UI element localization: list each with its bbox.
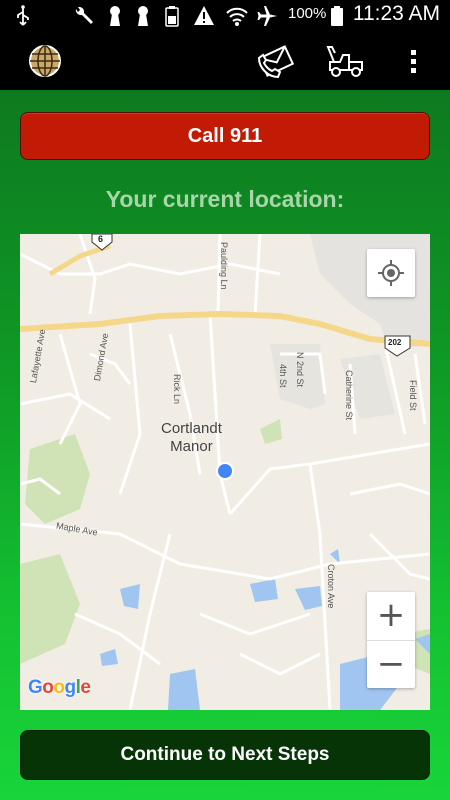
map-view[interactable]: 6 202 Paulding Ln Lafayette Ave Dimond A… xyxy=(20,234,430,710)
route-202-shield-label: 202 xyxy=(388,338,402,347)
airplane-icon xyxy=(257,6,277,26)
street-label-paulding: Paulding Ln xyxy=(219,242,229,290)
my-location-button[interactable] xyxy=(367,249,415,297)
overflow-menu-icon[interactable] xyxy=(408,48,420,76)
street-label-catherine: Catherine St xyxy=(344,370,354,421)
current-location-dot xyxy=(216,462,234,480)
clock: 11:23 AM xyxy=(352,2,440,25)
status-bar: 100% 11:23 AM xyxy=(0,0,450,32)
street-label-rick: Rick Ln xyxy=(172,374,182,405)
main-content: Call 911 Your current location: 6 202 Pa… xyxy=(0,90,450,800)
usb-icon xyxy=(17,5,29,26)
battery-percent: 100% xyxy=(288,5,327,22)
envelope-phone-icon[interactable] xyxy=(256,42,294,80)
street-label-field: Field St xyxy=(408,380,418,411)
battery-saver-icon xyxy=(165,6,179,27)
wifi-icon xyxy=(226,7,248,26)
app-bar xyxy=(0,32,450,90)
google-logo[interactable]: Google xyxy=(28,677,91,699)
zoom-controls: + − xyxy=(367,592,415,688)
street-label-n2nd: N 2nd St xyxy=(295,352,305,388)
battery-icon xyxy=(331,6,343,26)
town-label-line1: Cortlandt xyxy=(161,420,222,437)
tow-truck-icon[interactable] xyxy=(326,44,366,78)
keyhole-icon xyxy=(138,6,148,26)
route-6-shield-label: 6 xyxy=(98,234,104,244)
keyhole-icon xyxy=(110,6,120,26)
street-label-4th: 4th St xyxy=(278,364,288,388)
town-label-line2: Manor xyxy=(170,438,213,455)
street-label-croton: Croton Ave xyxy=(326,564,336,609)
call-911-button[interactable]: Call 911 xyxy=(20,112,430,160)
zoom-out-button[interactable]: − xyxy=(367,640,415,688)
globe-icon[interactable] xyxy=(28,44,62,78)
continue-next-steps-button[interactable]: Continue to Next Steps xyxy=(20,730,430,780)
wrench-icon xyxy=(75,6,93,24)
current-location-heading: Your current location: xyxy=(105,186,345,212)
crosshair-icon xyxy=(378,260,404,286)
zoom-in-button[interactable]: + xyxy=(367,592,415,640)
warning-icon xyxy=(194,6,214,25)
town-label-cortlandt-manor: Cortlandt Manor xyxy=(161,420,222,456)
